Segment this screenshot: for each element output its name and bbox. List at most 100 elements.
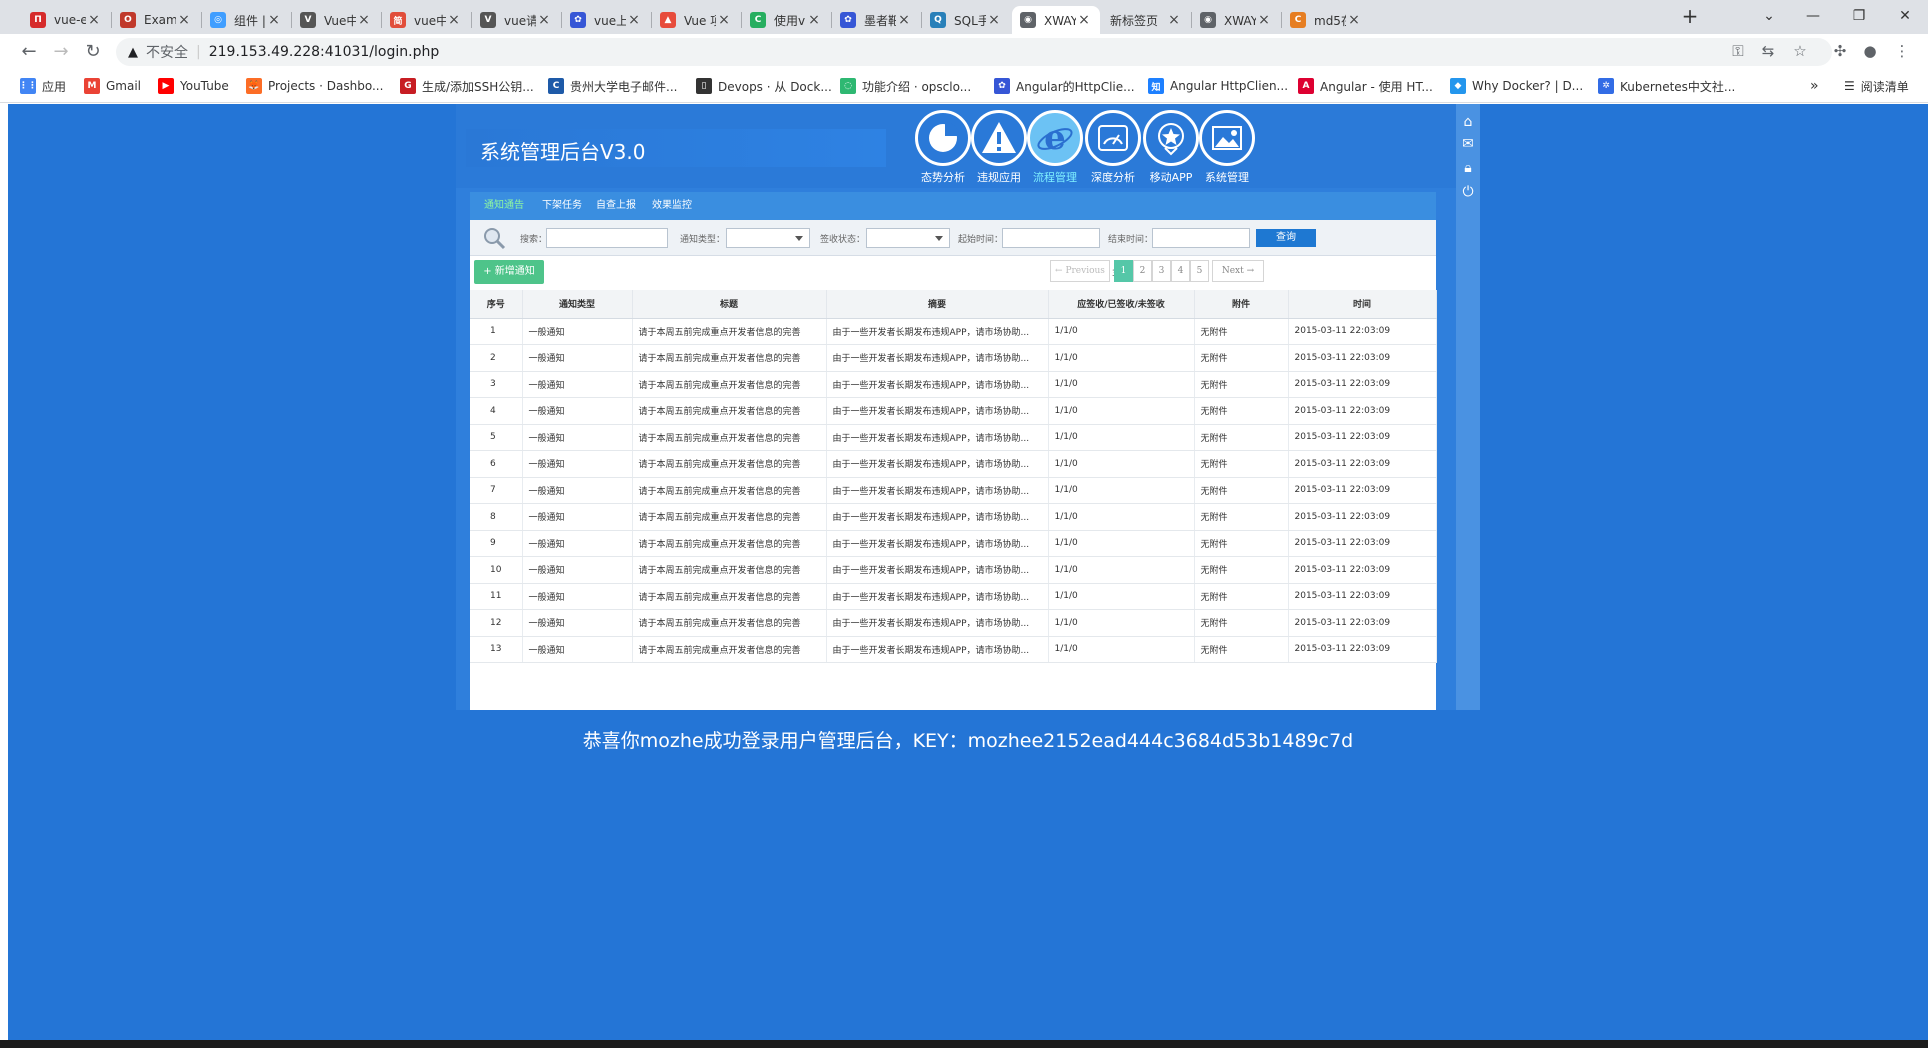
tab-close-icon[interactable]: ×: [1166, 12, 1182, 28]
home-icon[interactable]: ⌂: [1460, 114, 1476, 130]
lock-icon[interactable]: 🔒︎: [1460, 160, 1476, 176]
browser-tab[interactable]: Q SQL手工×: [922, 6, 1010, 34]
tab-close-icon[interactable]: ×: [986, 12, 1002, 28]
bookmark-item[interactable]: C 贵州大学电子邮件...: [548, 76, 677, 96]
tab-close-icon[interactable]: ×: [626, 12, 642, 28]
browser-tab[interactable]: ◉ XWAY科×: [1192, 6, 1280, 34]
tab-close-icon[interactable]: ×: [446, 12, 462, 28]
page-number-button[interactable]: 2: [1133, 260, 1152, 282]
table-row[interactable]: 2 一般通知 请于本周五前完成重点开发者信息的完善 由于一些开发者长期发布违规APP，…: [470, 344, 1437, 372]
sub-tab[interactable]: 通知通告: [484, 192, 524, 220]
browser-tab[interactable]: ◉ XWAY科×: [1012, 6, 1100, 34]
mail-icon[interactable]: ✉: [1460, 136, 1476, 152]
bookmarks-overflow-icon[interactable]: »: [1810, 76, 1819, 96]
notice-type-select[interactable]: [726, 228, 810, 248]
table-row[interactable]: 1 一般通知 请于本周五前完成重点开发者信息的完善 由于一些开发者长期发布违规APP，…: [470, 318, 1437, 345]
browser-tab[interactable]: ◎ 组件 | El×: [202, 6, 290, 34]
previous-page-button[interactable]: ← Previous: [1050, 260, 1110, 282]
browser-tab[interactable]: Vvue请求×: [472, 6, 560, 34]
menu-kebab-icon[interactable]: ⋮: [1890, 39, 1914, 63]
browser-tab[interactable]: 新标签页 ×: [1102, 6, 1190, 34]
browser-tab[interactable]: ✿ vue上传×: [562, 6, 650, 34]
page-number-button[interactable]: 4: [1171, 260, 1190, 282]
forward-icon[interactable]: →: [48, 39, 74, 65]
sub-tab[interactable]: 效果监控: [652, 192, 692, 220]
restore-icon[interactable]: ❐: [1836, 0, 1882, 34]
table-row[interactable]: 9 一般通知 请于本周五前完成重点开发者信息的完善 由于一些开发者长期发布违规APP，…: [470, 530, 1437, 557]
page-number-button[interactable]: 5: [1190, 260, 1209, 282]
module-button[interactable]: 违规应用: [968, 110, 1030, 185]
browser-tab[interactable]: V Vue中使×: [292, 6, 380, 34]
bookmark-item[interactable]: ▶ YouTube: [158, 76, 229, 96]
key-icon[interactable]: ⚿: [1726, 39, 1750, 63]
bookmark-item[interactable]: 知 Angular HttpClien...: [1148, 76, 1288, 96]
module-button[interactable]: 深度分析: [1082, 110, 1144, 185]
bookmark-item[interactable]: ◌ 功能介绍 · opsclo...: [840, 76, 971, 96]
tab-close-icon[interactable]: ×: [1076, 12, 1092, 28]
reload-icon[interactable]: ↻: [80, 39, 106, 65]
module-button[interactable]: 系统管理: [1196, 110, 1258, 185]
tab-close-icon[interactable]: ×: [806, 12, 822, 28]
tab-close-icon[interactable]: ×: [176, 12, 192, 28]
bookmark-item[interactable]: ◆ Why Docker? | D...: [1450, 76, 1583, 96]
browser-tab[interactable]: ✿ 墨者靶场×: [832, 6, 920, 34]
extensions-icon[interactable]: ✣: [1828, 39, 1852, 63]
power-icon[interactable]: ⏻: [1460, 184, 1476, 200]
sign-status-select[interactable]: [866, 228, 950, 248]
module-button[interactable]: 态势分析: [912, 110, 974, 185]
start-time-input[interactable]: [1002, 228, 1100, 248]
browser-tab[interactable]: 简 vue中ax×: [382, 6, 470, 34]
url-omnibox[interactable]: ▲ 不安全 | 219.153.49.228:41031/login.php: [116, 38, 1832, 66]
tab-close-icon[interactable]: ×: [266, 12, 282, 28]
tab-close-icon[interactable]: ×: [536, 12, 552, 28]
end-time-input[interactable]: [1152, 228, 1250, 248]
table-row[interactable]: 4 一般通知 请于本周五前完成重点开发者信息的完善 由于一些开发者长期发布违规APP，…: [470, 397, 1437, 425]
bookmark-item[interactable]: 🦊 Projects · Dashbo...: [246, 76, 383, 96]
back-icon[interactable]: ←: [16, 39, 42, 65]
query-button[interactable]: 查询: [1256, 229, 1316, 247]
table-row[interactable]: 12 一般通知 请于本周五前完成重点开发者信息的完善 由于一些开发者长期发布违规APP…: [470, 609, 1437, 637]
tab-search-icon[interactable]: ⌄: [1746, 0, 1792, 34]
table-row[interactable]: 6 一般通知 请于本周五前完成重点开发者信息的完善 由于一些开发者长期发布违规APP，…: [470, 450, 1437, 478]
table-row[interactable]: 3 一般通知 请于本周五前完成重点开发者信息的完善 由于一些开发者长期发布违规APP，…: [470, 371, 1437, 398]
close-window-icon[interactable]: ✕: [1882, 0, 1928, 34]
bookmark-item[interactable]: A Angular - 使用 HT...: [1298, 76, 1433, 96]
bookmark-item[interactable]: ✲ Kubernetes中文社...: [1598, 76, 1735, 96]
minimize-icon[interactable]: —: [1790, 0, 1836, 34]
tab-close-icon[interactable]: ×: [86, 12, 102, 28]
page-number-button[interactable]: 1: [1114, 260, 1133, 282]
browser-tab[interactable]: O Example×: [112, 6, 200, 34]
tab-close-icon[interactable]: ×: [896, 12, 912, 28]
page-number-button[interactable]: 3: [1152, 260, 1171, 282]
table-row[interactable]: 10 一般通知 请于本周五前完成重点开发者信息的完善 由于一些开发者长期发布违规APP…: [470, 556, 1437, 584]
add-notice-button[interactable]: + 新增通知: [474, 260, 544, 284]
tab-close-icon[interactable]: ×: [1346, 12, 1362, 28]
tab-close-icon[interactable]: ×: [356, 12, 372, 28]
table-row[interactable]: 7 一般通知 请于本周五前完成重点开发者信息的完善 由于一些开发者长期发布违规APP，…: [470, 477, 1437, 504]
search-input[interactable]: [546, 228, 668, 248]
profile-avatar-icon[interactable]: ●: [1858, 39, 1882, 63]
reading-list-button[interactable]: ☰ 阅读清单: [1844, 76, 1909, 96]
browser-tab[interactable]: Пvue-ech×: [22, 6, 110, 34]
bookmark-star-icon[interactable]: ☆: [1788, 39, 1812, 63]
tab-close-icon[interactable]: ×: [1256, 12, 1272, 28]
table-row[interactable]: 11 一般通知 请于本周五前完成重点开发者信息的完善 由于一些开发者长期发布违规APP…: [470, 583, 1437, 610]
table-row[interactable]: 8 一般通知 请于本周五前完成重点开发者信息的完善 由于一些开发者长期发布违规APP，…: [470, 503, 1437, 531]
translate-icon[interactable]: ⇆: [1756, 39, 1780, 63]
bookmark-item[interactable]: ⋮⋮ 应用: [19, 76, 66, 96]
bookmark-item[interactable]: M Gmail: [84, 76, 141, 96]
next-page-button[interactable]: Next →: [1212, 260, 1264, 282]
browser-tab[interactable]: ▲ Vue 项目×: [652, 6, 740, 34]
browser-tab[interactable]: Cmd5在线×: [1282, 6, 1370, 34]
sub-tab[interactable]: 下架任务: [542, 192, 582, 220]
new-tab-button[interactable]: +: [1670, 0, 1710, 34]
module-button[interactable]: 移动APP: [1140, 110, 1202, 185]
bookmark-item[interactable]: ✿ Angular的HttpClie...: [994, 76, 1135, 96]
table-row[interactable]: 5 一般通知 请于本周五前完成重点开发者信息的完善 由于一些开发者长期发布违规APP，…: [470, 424, 1437, 451]
browser-tab[interactable]: C 使用vue×: [742, 6, 830, 34]
sub-tab[interactable]: 自查上报: [596, 192, 636, 220]
tab-close-icon[interactable]: ×: [716, 12, 732, 28]
bookmark-item[interactable]: G 生成/添加SSH公钥...: [400, 76, 534, 96]
module-button[interactable]: e 流程管理: [1024, 110, 1086, 185]
table-row[interactable]: 13 一般通知 请于本周五前完成重点开发者信息的完善 由于一些开发者长期发布违规APP…: [470, 636, 1437, 663]
